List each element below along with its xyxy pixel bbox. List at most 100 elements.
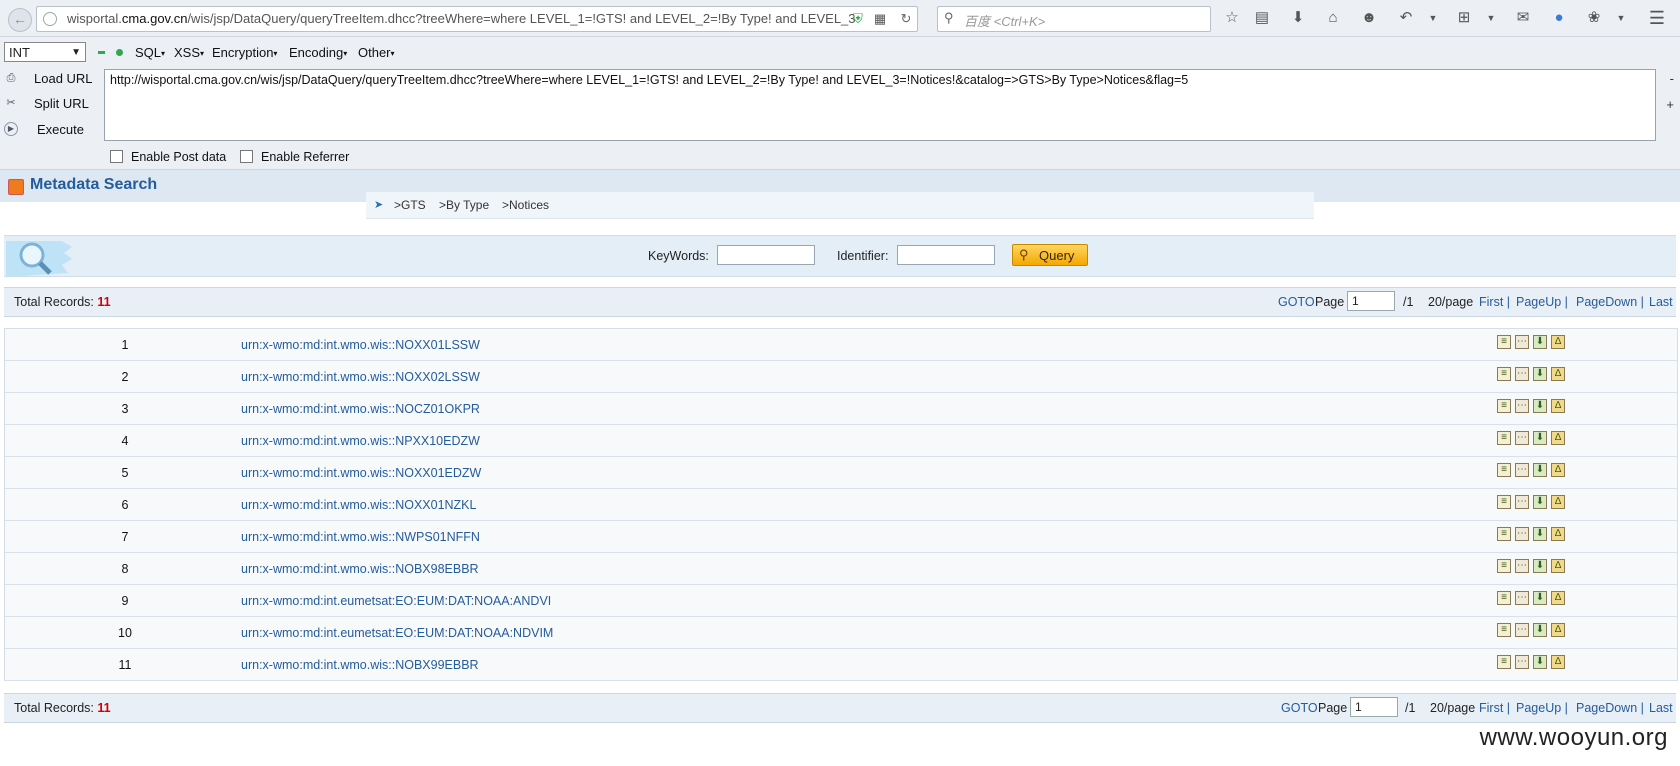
view-document-icon[interactable]: ≡ bbox=[1497, 623, 1511, 637]
undo-icon[interactable]: ↶ bbox=[1397, 9, 1415, 27]
keywords-input[interactable] bbox=[717, 245, 815, 265]
query-button[interactable]: ⚲ Query bbox=[1012, 244, 1088, 266]
view-document-icon[interactable]: ≡ bbox=[1497, 559, 1511, 573]
enable-referrer-checkbox[interactable]: Enable Referrer bbox=[240, 150, 349, 164]
calendar-icon[interactable]: ⋯ bbox=[1515, 495, 1529, 509]
calendar-icon[interactable]: ⋯ bbox=[1515, 559, 1529, 573]
load-url-button[interactable]: ⎙ Load URL bbox=[0, 68, 96, 90]
page-up-link[interactable]: PageUp | bbox=[1516, 701, 1568, 715]
qr-code-icon[interactable]: ▦ bbox=[873, 12, 887, 26]
download-icon[interactable]: ⬇ bbox=[1533, 431, 1547, 445]
view-document-icon[interactable]: ≡ bbox=[1497, 367, 1511, 381]
menu-other[interactable]: Other▾ bbox=[358, 45, 395, 60]
metadata-link[interactable]: urn:x-wmo:md:int.wmo.wis::NOXX01LSSW bbox=[241, 338, 480, 352]
enable-post-checkbox[interactable]: Enable Post data bbox=[110, 150, 226, 164]
calendar-icon[interactable]: ⋯ bbox=[1515, 335, 1529, 349]
breadcrumb-item-by-type[interactable]: >By Type bbox=[439, 198, 489, 212]
view-document-icon[interactable]: ≡ bbox=[1497, 655, 1511, 669]
download-icon[interactable]: ⬇ bbox=[1289, 9, 1307, 27]
metadata-link[interactable]: urn:x-wmo:md:int.wmo.wis::NPXX10EDZW bbox=[241, 434, 480, 448]
calendar-icon[interactable]: ⋯ bbox=[1515, 655, 1529, 669]
export-icon[interactable]: ∆ bbox=[1551, 655, 1565, 669]
page-down-link[interactable]: PageDown | bbox=[1576, 295, 1644, 309]
bookmark-star-icon[interactable]: ☆ bbox=[1223, 9, 1241, 27]
back-arrow-icon[interactable]: ← bbox=[8, 8, 32, 32]
last-page-link[interactable]: Last bbox=[1649, 295, 1673, 309]
export-icon[interactable]: ∆ bbox=[1551, 399, 1565, 413]
minus-green-icon[interactable] bbox=[98, 51, 105, 54]
breadcrumb-item-notices[interactable]: >Notices bbox=[502, 198, 549, 212]
first-page-link[interactable]: First | bbox=[1479, 295, 1510, 309]
metadata-link[interactable]: urn:x-wmo:md:int.eumetsat:EO:EUM:DAT:NOA… bbox=[241, 626, 553, 640]
goto-button[interactable]: GOTO bbox=[1278, 295, 1315, 309]
calendar-icon[interactable]: ⋯ bbox=[1515, 591, 1529, 605]
reading-list-icon[interactable]: ▤ bbox=[1253, 9, 1271, 27]
calendar-icon[interactable]: ⋯ bbox=[1515, 527, 1529, 541]
metadata-link[interactable]: urn:x-wmo:md:int.wmo.wis::NOBX98EBBR bbox=[241, 562, 479, 576]
first-page-link[interactable]: First | bbox=[1479, 701, 1510, 715]
download-icon[interactable]: ⬇ bbox=[1533, 623, 1547, 637]
hamburger-menu-icon[interactable]: ☰ bbox=[1648, 9, 1666, 27]
undo-dropdown-icon[interactable]: ▼ bbox=[1424, 9, 1442, 27]
menu-sql[interactable]: SQL▾ bbox=[135, 45, 165, 60]
expand-textarea-button[interactable]: + bbox=[1666, 97, 1674, 112]
crop-icon[interactable]: ⊞ bbox=[1455, 9, 1473, 27]
menu-xss[interactable]: XSS▾ bbox=[174, 45, 204, 60]
hackbar-url-textarea[interactable]: http://wisportal.cma.gov.cn/wis/jsp/Data… bbox=[104, 69, 1656, 141]
calendar-icon[interactable]: ⋯ bbox=[1515, 623, 1529, 637]
shield-icon[interactable]: ⛨ bbox=[851, 12, 865, 26]
view-document-icon[interactable]: ≡ bbox=[1497, 463, 1511, 477]
metadata-link[interactable]: urn:x-wmo:md:int.eumetsat:EO:EUM:DAT:NOA… bbox=[241, 594, 551, 608]
download-icon[interactable]: ⬇ bbox=[1533, 463, 1547, 477]
download-icon[interactable]: ⬇ bbox=[1533, 335, 1547, 349]
export-icon[interactable]: ∆ bbox=[1551, 591, 1565, 605]
breadcrumb-item-gts[interactable]: >GTS bbox=[394, 198, 426, 212]
export-icon[interactable]: ∆ bbox=[1551, 527, 1565, 541]
metadata-link[interactable]: urn:x-wmo:md:int.wmo.wis::NOXX01EDZW bbox=[241, 466, 481, 480]
menu-encryption[interactable]: Encryption▾ bbox=[212, 45, 277, 60]
export-icon[interactable]: ∆ bbox=[1551, 495, 1565, 509]
plus-green-icon[interactable] bbox=[116, 49, 123, 56]
page-number-input[interactable]: 1 bbox=[1347, 291, 1395, 311]
view-document-icon[interactable]: ≡ bbox=[1497, 591, 1511, 605]
metadata-link[interactable]: urn:x-wmo:md:int.wmo.wis::NWPS01NFFN bbox=[241, 530, 480, 544]
calendar-icon[interactable]: ⋯ bbox=[1515, 367, 1529, 381]
download-icon[interactable]: ⬇ bbox=[1533, 591, 1547, 605]
view-document-icon[interactable]: ≡ bbox=[1497, 335, 1511, 349]
chat-face-icon[interactable]: ☻ bbox=[1360, 9, 1378, 27]
home-icon[interactable]: ⌂ bbox=[1324, 9, 1342, 27]
checkbox-box[interactable] bbox=[240, 150, 253, 163]
search-bar[interactable]: ⚲ 百度 <Ctrl+K> bbox=[937, 6, 1211, 32]
download-icon[interactable]: ⬇ bbox=[1533, 495, 1547, 509]
view-document-icon[interactable]: ≡ bbox=[1497, 399, 1511, 413]
speech-bubble-icon[interactable]: ✉ bbox=[1514, 9, 1532, 27]
address-text[interactable]: wisportal.cma.gov.cn/wis/jsp/DataQuery/q… bbox=[67, 11, 857, 26]
metadata-link[interactable]: urn:x-wmo:md:int.wmo.wis::NOCZ01OKPR bbox=[241, 402, 480, 416]
checkbox-box[interactable] bbox=[110, 150, 123, 163]
identifier-input[interactable] bbox=[897, 245, 995, 265]
encoding-select[interactable]: INT ▼ bbox=[4, 42, 86, 62]
download-icon[interactable]: ⬇ bbox=[1533, 527, 1547, 541]
download-icon[interactable]: ⬇ bbox=[1533, 655, 1547, 669]
export-icon[interactable]: ∆ bbox=[1551, 559, 1565, 573]
reload-icon[interactable]: ↻ bbox=[899, 12, 913, 26]
view-document-icon[interactable]: ≡ bbox=[1497, 527, 1511, 541]
metadata-link[interactable]: urn:x-wmo:md:int.wmo.wis::NOBX99EBBR bbox=[241, 658, 479, 672]
metadata-link[interactable]: urn:x-wmo:md:int.wmo.wis::NOXX02LSSW bbox=[241, 370, 480, 384]
calendar-icon[interactable]: ⋯ bbox=[1515, 431, 1529, 445]
page-number-input[interactable]: 1 bbox=[1350, 697, 1398, 717]
execute-button[interactable]: ▶ Execute bbox=[0, 119, 96, 141]
export-icon[interactable]: ∆ bbox=[1551, 623, 1565, 637]
export-icon[interactable]: ∆ bbox=[1551, 335, 1565, 349]
page-up-link[interactable]: PageUp | bbox=[1516, 295, 1568, 309]
calendar-icon[interactable]: ⋯ bbox=[1515, 463, 1529, 477]
download-icon[interactable]: ⬇ bbox=[1533, 399, 1547, 413]
page-down-link[interactable]: PageDown | bbox=[1576, 701, 1644, 715]
crop-dropdown-icon[interactable]: ▼ bbox=[1482, 9, 1500, 27]
export-icon[interactable]: ∆ bbox=[1551, 463, 1565, 477]
split-url-button[interactable]: ✂ Split URL bbox=[0, 93, 96, 115]
export-icon[interactable]: ∆ bbox=[1551, 431, 1565, 445]
address-bar[interactable]: wisportal.cma.gov.cn/wis/jsp/DataQuery/q… bbox=[36, 6, 918, 32]
download-icon[interactable]: ⬇ bbox=[1533, 367, 1547, 381]
last-page-link[interactable]: Last bbox=[1649, 701, 1673, 715]
